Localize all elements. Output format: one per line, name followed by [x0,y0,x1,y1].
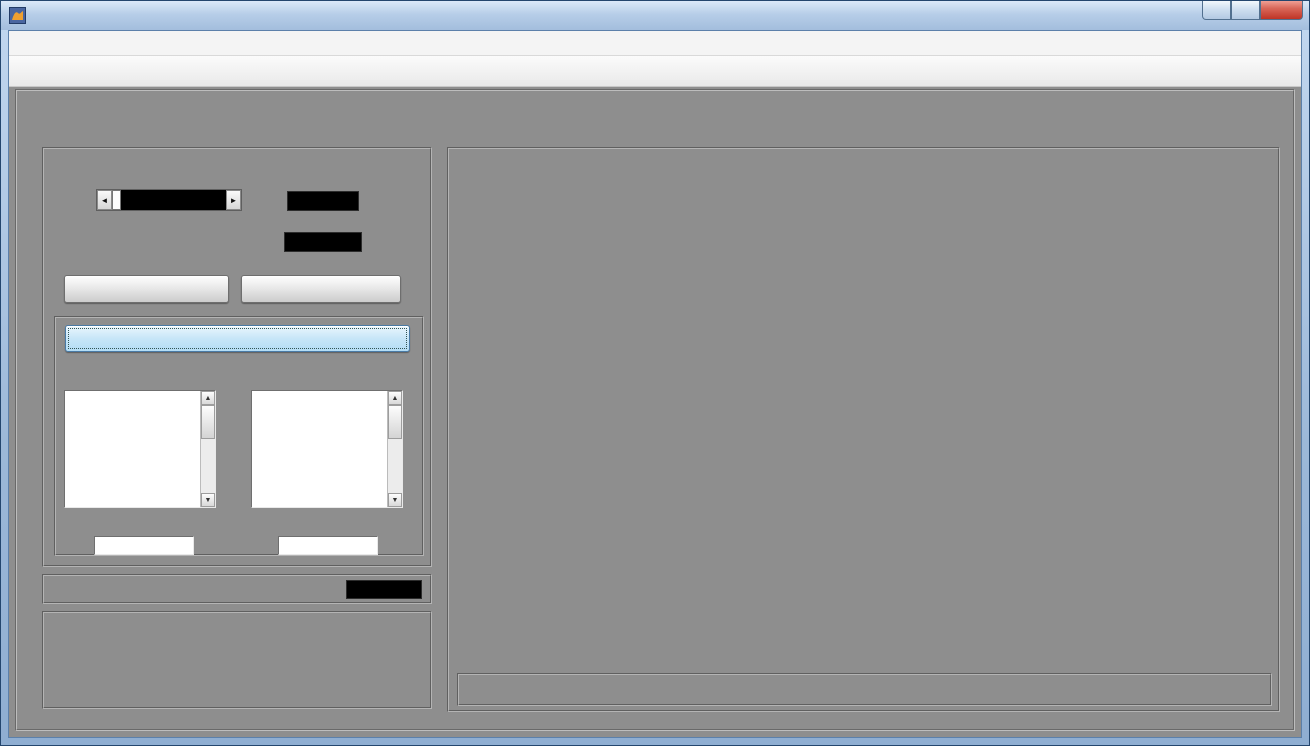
slider-trough[interactable] [112,190,226,210]
sounding-plot-top [451,157,1271,427]
depth-listbox[interactable]: ▲ ▼ [251,390,403,508]
permissible-error-value [287,191,359,211]
plot-panel [447,147,1280,712]
menu-output-plots[interactable] [13,39,31,47]
edit-data-button[interactable] [241,275,401,303]
scroll-down-icon[interactable]: ▼ [201,493,215,507]
permissible-error-slider[interactable]: ◄ ► [96,189,242,211]
scroll-down-icon[interactable]: ▼ [388,493,402,507]
scroll-track[interactable] [201,405,215,493]
app-icon-glyph [9,7,26,24]
window-controls [1202,1,1303,20]
app-icon [9,7,26,24]
scroll-up-icon[interactable]: ▲ [388,391,402,405]
plot-button-strip [457,673,1272,706]
data-imported-button[interactable] [64,275,229,303]
slider-thumb[interactable] [112,190,121,210]
menu-geoelectric-section[interactable] [31,39,49,47]
time-value-field[interactable] [278,536,378,555]
running-message-panel [42,611,432,709]
scroll-up-icon[interactable]: ▲ [201,391,215,405]
resistivity-scrollbar[interactable]: ▲ ▼ [200,391,215,507]
close-button[interactable] [1260,1,1303,20]
slider-right-arrow-icon[interactable]: ► [226,190,241,210]
scroll-thumb[interactable] [201,405,215,439]
anfis-inverted-results-button[interactable] [65,325,410,352]
scroll-thumb[interactable] [388,405,402,439]
sounding-plot-bottom [451,397,1271,667]
minimize-button[interactable] [1202,1,1231,20]
control-panel: ◄ ► [42,147,432,567]
app-window: ◄ ► [0,0,1310,746]
resistivity-listbox[interactable]: ▲ ▼ [64,390,216,508]
maximize-button[interactable] [1231,1,1260,20]
epochs-value [284,232,362,252]
slider-left-arrow-icon[interactable]: ◄ [97,190,112,210]
figure-area: ◄ ► [9,87,1301,737]
titlebar[interactable] [1,1,1309,30]
layers-value [346,580,422,599]
toolbar [9,56,1301,87]
results-panel: ▲ ▼ ▲ ▼ [54,316,424,556]
window-content: ◄ ► [8,30,1302,738]
menubar [9,31,1301,56]
scroll-track[interactable] [388,405,402,493]
error-value-field[interactable] [94,536,194,555]
depth-scrollbar[interactable]: ▲ ▼ [387,391,402,507]
regressed-layers-panel [42,574,432,604]
